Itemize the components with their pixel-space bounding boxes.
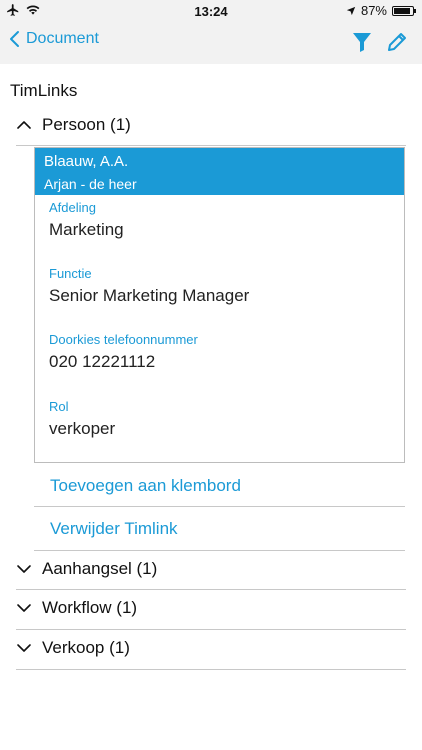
group-label: Workflow (1)	[42, 598, 138, 617]
back-button[interactable]: Document	[8, 30, 99, 48]
divider	[16, 145, 406, 146]
chevron-down-icon	[17, 565, 31, 573]
person-card: Blaauw, A.A. Arjan - de heer Afdeling Ma…	[34, 147, 405, 463]
person-card-header[interactable]: Blaauw, A.A. Arjan - de heer	[35, 148, 404, 195]
remove-timlink-button[interactable]: Verwijder Timlink	[50, 519, 178, 539]
battery-percentage: 87%	[360, 3, 387, 18]
chevron-down-icon	[17, 644, 31, 652]
field-value: Senior Marketing Manager	[49, 286, 250, 305]
group-header-verkoop[interactable]: Verkoop (1)	[16, 630, 406, 666]
field-afdeling: Afdeling Marketing	[49, 200, 124, 240]
status-right: 87%	[346, 3, 416, 18]
person-name: Blaauw, A.A.	[44, 153, 129, 170]
status-bar: 13:24 87%	[0, 0, 422, 22]
field-functie: Functie Senior Marketing Manager	[49, 266, 249, 306]
add-to-clipboard-button[interactable]: Toevoegen aan klembord	[50, 476, 241, 496]
field-label: Doorkies telefoonnummer	[49, 332, 198, 347]
chevron-up-icon	[17, 121, 31, 129]
field-label: Rol	[49, 399, 69, 414]
field-label: Afdeling	[49, 200, 96, 215]
field-label: Functie	[49, 266, 92, 281]
divider	[34, 506, 405, 507]
group-label: Aanhangsel (1)	[42, 559, 158, 578]
group-header-workflow[interactable]: Workflow (1)	[16, 590, 406, 626]
nav-actions	[352, 31, 408, 53]
battery-fill	[394, 7, 410, 14]
person-subtitle: Arjan - de heer	[44, 176, 137, 192]
group-header-aanhangsel[interactable]: Aanhangsel (1)	[16, 551, 406, 587]
pencil-icon[interactable]	[386, 31, 408, 53]
group-label: Persoon (1)	[42, 115, 131, 134]
battery-icon	[392, 5, 416, 16]
field-rol: Rol verkoper	[49, 399, 115, 439]
field-value: Marketing	[49, 220, 124, 239]
group-header-persoon[interactable]: Persoon (1)	[16, 107, 406, 143]
field-value: 020 12221112	[49, 352, 156, 371]
field-value: verkoper	[49, 419, 116, 438]
back-button-label: Document	[26, 30, 99, 47]
section-title: TimLinks	[10, 81, 78, 100]
chevron-left-icon	[10, 31, 19, 47]
navigation-bar: Document	[0, 22, 422, 64]
filter-icon[interactable]	[352, 31, 372, 53]
location-arrow-icon	[346, 6, 356, 15]
group-label: Verkoop (1)	[42, 638, 130, 657]
divider	[16, 669, 406, 670]
field-doorkies: Doorkies telefoonnummer 020 12221112	[49, 332, 198, 372]
chevron-down-icon	[17, 604, 31, 612]
